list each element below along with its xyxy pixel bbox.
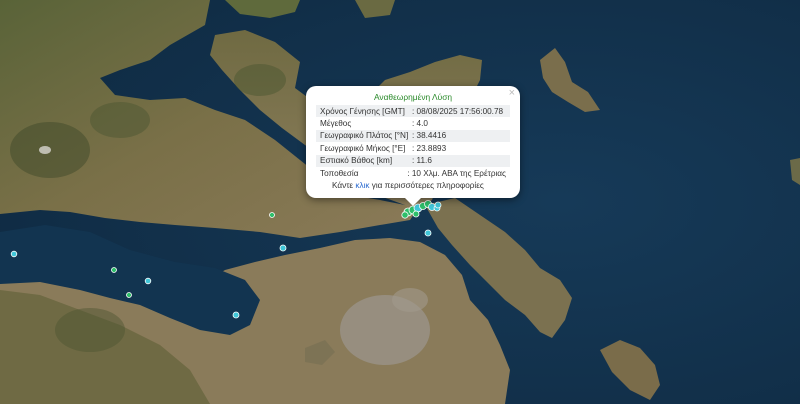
mountain-shade: [90, 102, 150, 138]
detail-row-origin-time: Χρόνος Γένησης [GMT] : 08/08/2025 17:56:…: [316, 105, 510, 118]
quake-marker[interactable]: [269, 212, 275, 218]
detail-label: Γεωγραφικό Μήκος [°E]: [320, 143, 406, 153]
quake-marker[interactable]: [126, 292, 132, 298]
mountain-shade: [234, 64, 286, 96]
detail-label: Τοποθεσία: [320, 168, 359, 178]
earthquake-info-popup: × Αναθεωρημένη Λύση Χρόνος Γένησης [GMT]…: [306, 86, 520, 207]
detail-value: : 38.4416: [412, 131, 447, 141]
footer-prefix: Κάντε: [332, 181, 354, 191]
detail-value: : 11.6: [412, 156, 432, 166]
detail-row-depth: Εστιακό Βάθος [km] : 11.6: [316, 154, 510, 167]
popup-title: Αναθεωρημένη Λύση: [373, 92, 453, 102]
quake-marker[interactable]: [10, 250, 18, 258]
detail-value: : 4.0: [412, 119, 428, 129]
quake-marker[interactable]: [144, 277, 152, 285]
detail-label: Γεωγραφικό Πλάτος [°N]: [320, 131, 409, 141]
popup-details-table: Χρόνος Γένησης [GMT] : 08/08/2025 17:56:…: [316, 105, 510, 179]
detail-row-latitude: Γεωγραφικό Πλάτος [°N] : 38.4416: [316, 129, 510, 143]
quake-marker[interactable]: [424, 229, 432, 237]
popup-footer: Κάντε κλικ για περισσότερες πληροφορίες: [316, 181, 510, 190]
detail-row-location: Τοποθεσία : 10 Χλμ. ΑΒΑ της Ερέτριας: [316, 167, 510, 179]
mountain-shade: [55, 308, 125, 352]
detail-label: Χρόνος Γένησης [GMT]: [320, 106, 405, 116]
more-info-link[interactable]: κλικ: [355, 181, 369, 190]
detail-row-longitude: Γεωγραφικό Μήκος [°E] : 23.8893: [316, 142, 510, 154]
detail-value: : 23.8893: [412, 143, 447, 153]
detail-label: Εστιακό Βάθος [km]: [320, 156, 393, 166]
footer-suffix: για περισσότερες πληροφορίες: [371, 181, 484, 191]
detail-label: Μέγεθος: [320, 119, 352, 129]
snow-patch: [39, 146, 51, 154]
popup-close-icon[interactable]: ×: [509, 87, 515, 99]
quake-marker[interactable]: [232, 311, 240, 319]
urban-patch: [392, 288, 428, 312]
quake-marker[interactable]: [434, 201, 442, 209]
detail-value: : 08/08/2025 17:56:00.78: [412, 106, 504, 116]
quake-marker[interactable]: [279, 244, 287, 252]
detail-row-magnitude: Μέγεθος : 4.0: [316, 117, 510, 129]
quake-marker[interactable]: [412, 210, 420, 218]
quake-marker[interactable]: [401, 211, 409, 219]
detail-value: : 10 Χλμ. ΑΒΑ της Ερέτριας: [407, 168, 506, 178]
satellite-map[interactable]: [0, 0, 800, 404]
quake-marker[interactable]: [111, 267, 117, 273]
